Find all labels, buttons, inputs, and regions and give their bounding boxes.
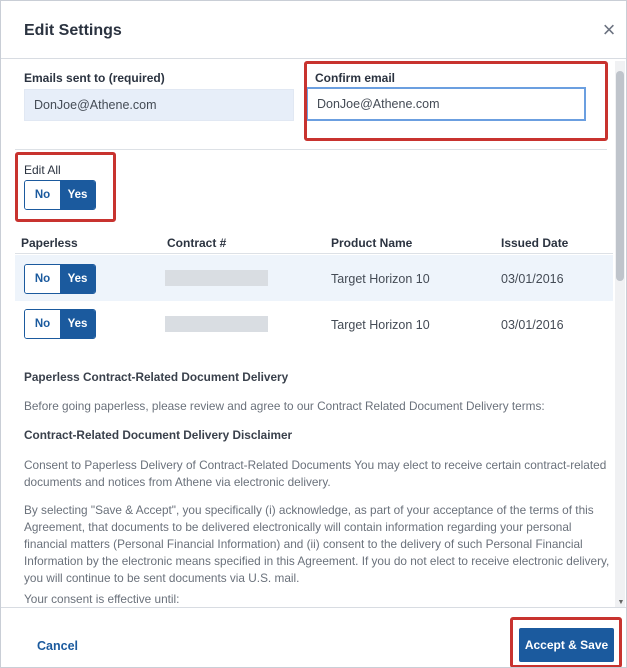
row-2-product: Target Horizon 10: [331, 318, 430, 332]
row-1-product: Target Horizon 10: [331, 272, 430, 286]
consent-paragraph: Consent to Paperless Delivery of Contrac…: [24, 458, 607, 489]
column-header-paperless: Paperless: [21, 236, 78, 250]
column-header-issued: Issued Date: [501, 236, 569, 250]
dialog-body[interactable]: Emails sent to (required) Confirm email …: [1, 59, 626, 607]
dialog-header: Edit Settings ×: [1, 1, 626, 59]
row-2-contract-redacted: [165, 316, 268, 332]
dialog-title: Edit Settings: [24, 22, 122, 39]
column-header-contract: Contract #: [167, 236, 227, 250]
row-1-paperless-toggle: No Yes: [24, 264, 96, 294]
divider: [15, 149, 607, 150]
email-input[interactable]: [24, 89, 294, 121]
row-1-contract-redacted: [165, 270, 268, 286]
cancel-button[interactable]: Cancel: [37, 639, 78, 653]
terms-heading: Paperless Contract-Related Document Deli…: [24, 370, 289, 384]
confirm-email-label: Confirm email: [315, 71, 396, 85]
scroll-down-icon[interactable]: ▼: [617, 599, 625, 607]
selecting-paragraph: By selecting "Save & Accept", you specif…: [24, 503, 610, 585]
edit-all-no-button[interactable]: No: [25, 181, 60, 209]
row-1-no-button[interactable]: No: [25, 265, 60, 293]
edit-all-toggle: No Yes: [24, 180, 96, 210]
row-2-paperless-toggle: No Yes: [24, 309, 96, 339]
effective-text: Your consent is effective until:: [24, 592, 180, 606]
terms-intro: Before going paperless, please review an…: [24, 399, 545, 413]
row-2-issued: 03/01/2016: [501, 318, 564, 332]
row-1-yes-button[interactable]: Yes: [60, 265, 95, 293]
row-2-yes-button[interactable]: Yes: [60, 310, 95, 338]
confirm-email-input[interactable]: [306, 87, 586, 121]
edit-all-yes-button[interactable]: Yes: [60, 181, 95, 209]
close-icon[interactable]: ×: [597, 19, 621, 43]
disclaimer-heading: Contract-Related Document Delivery Discl…: [24, 428, 293, 442]
scrollbar-thumb[interactable]: [616, 71, 624, 281]
row-2-no-button[interactable]: No: [25, 310, 60, 338]
table-header-divider: [15, 253, 613, 254]
column-header-product: Product Name: [331, 236, 413, 250]
row-1-issued: 03/01/2016: [501, 272, 564, 286]
email-label: Emails sent to (required): [24, 71, 165, 85]
accept-save-button[interactable]: Accept & Save: [519, 628, 614, 662]
edit-settings-dialog: Edit Settings × Emails sent to (required…: [0, 0, 627, 668]
edit-all-label: Edit All: [24, 163, 61, 177]
dialog-footer: Cancel Accept & Save: [1, 607, 626, 667]
